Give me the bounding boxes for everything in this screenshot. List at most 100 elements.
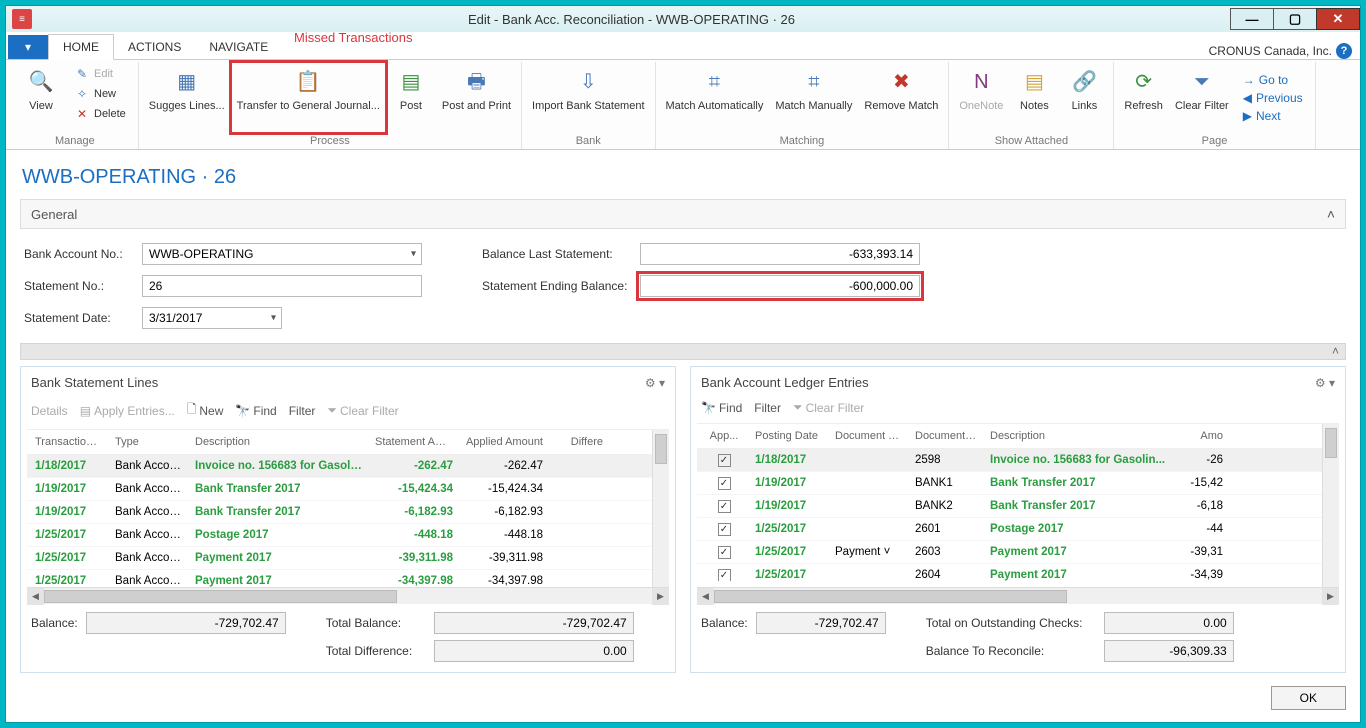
- checkbox[interactable]: ✓: [718, 546, 731, 559]
- statement-no-label: Statement No.:: [24, 279, 134, 293]
- table-row[interactable]: ✓1/25/20172601Postage 2017-44: [697, 518, 1339, 541]
- checkbox[interactable]: ✓: [718, 569, 731, 582]
- edit-button[interactable]: ✎Edit: [70, 64, 130, 84]
- import-bank-statement-button[interactable]: ⇩Import Bank Statement: [526, 62, 651, 133]
- gear-icon[interactable]: ⚙ ▾: [645, 376, 665, 390]
- sparkle-icon: ✧: [74, 86, 90, 102]
- col-statement-amount[interactable]: Statement Amount: [369, 434, 459, 450]
- table-row[interactable]: ✓1/19/2017BANK1Bank Transfer 2017-15,42: [697, 472, 1339, 495]
- ending-balance-field[interactable]: [640, 275, 920, 297]
- general-section: Bank Account No.: Statement No.: Stateme…: [20, 229, 1346, 343]
- document-icon: 🗋: [187, 400, 197, 421]
- suggest-lines-button[interactable]: ▦Sugges Lines...: [143, 62, 231, 133]
- outstanding-checks-label: Total on Outstanding Checks:: [926, 616, 1096, 630]
- table-row[interactable]: ✓1/19/2017BANK2Bank Transfer 2017-6,18: [697, 495, 1339, 518]
- horizontal-scrollbar[interactable]: [27, 587, 669, 604]
- group-bank-label: Bank: [526, 133, 651, 149]
- refresh-button[interactable]: ⟳Refresh: [1118, 62, 1169, 133]
- panel-filter-button[interactable]: Filter: [754, 401, 781, 415]
- minimize-button[interactable]: —: [1230, 8, 1274, 30]
- total-difference-label: Total Difference:: [326, 644, 426, 658]
- tab-actions[interactable]: ACTIONS: [114, 35, 195, 59]
- checkbox[interactable]: ✓: [718, 454, 731, 467]
- magnifier-icon: 🔍: [25, 66, 57, 98]
- gear-icon[interactable]: ⚙ ▾: [1315, 376, 1335, 390]
- col-description[interactable]: Description: [984, 428, 1179, 444]
- col-applied-amount[interactable]: Applied Amount: [459, 434, 549, 450]
- checkbox[interactable]: ✓: [718, 500, 731, 513]
- post-button[interactable]: ▤Post: [386, 62, 436, 133]
- transfer-to-journal-button[interactable]: 📋Transfer to General Journal...: [231, 62, 386, 133]
- chevron-up-icon: ˄: [1327, 206, 1335, 222]
- goto-link[interactable]: →Go to: [1239, 71, 1307, 89]
- horizontal-scrollbar[interactable]: [697, 587, 1339, 604]
- panel-find-button[interactable]: 🔭Find: [235, 404, 276, 418]
- col-applied[interactable]: App...: [699, 428, 749, 444]
- details-button[interactable]: Details: [31, 404, 68, 418]
- general-fasttab-header[interactable]: General ˄: [20, 199, 1346, 229]
- panel-filter-button[interactable]: Filter: [289, 404, 316, 418]
- table-row[interactable]: 1/18/2017Bank Accou...Invoice no. 156683…: [27, 455, 669, 478]
- links-button[interactable]: 🔗Links: [1059, 62, 1109, 133]
- next-link[interactable]: ▶Next: [1239, 107, 1307, 125]
- view-button[interactable]: 🔍 View: [16, 62, 66, 133]
- balance-last-field[interactable]: [640, 243, 920, 265]
- statement-date-field[interactable]: [142, 307, 282, 329]
- apply-entries-button[interactable]: ▤Apply Entries...: [80, 404, 175, 418]
- col-description[interactable]: Description: [189, 434, 369, 450]
- x-icon: ✕: [74, 106, 90, 122]
- file-menu-button[interactable]: ▾: [8, 35, 48, 59]
- panel-new-button[interactable]: 🗋New: [187, 400, 224, 421]
- previous-link[interactable]: ◀Previous: [1239, 89, 1307, 107]
- vertical-scrollbar[interactable]: [1322, 424, 1339, 587]
- match-auto-button[interactable]: ⌗Match Automatically: [660, 62, 770, 133]
- company-label: CRONUS Canada, Inc.: [1209, 44, 1332, 58]
- col-document-no[interactable]: Document No.: [909, 428, 984, 444]
- table-row[interactable]: 1/25/2017Bank Accou...Payment 2017-39,31…: [27, 547, 669, 570]
- help-icon[interactable]: ?: [1336, 43, 1352, 59]
- delete-button[interactable]: ✕Delete: [70, 104, 130, 124]
- collapse-bar[interactable]: ˄: [20, 343, 1346, 360]
- chevron-up-icon: ˄: [1332, 344, 1339, 358]
- grid-icon: ▦: [171, 66, 203, 98]
- statement-no-field[interactable]: [142, 275, 422, 297]
- table-row[interactable]: 1/19/2017Bank Accou...Bank Transfer 2017…: [27, 501, 669, 524]
- col-posting-date[interactable]: Posting Date: [749, 428, 829, 444]
- notes-button[interactable]: ▤Notes: [1009, 62, 1059, 133]
- right-balance-value: [756, 612, 886, 634]
- maximize-button[interactable]: ▢: [1273, 8, 1317, 30]
- col-amount[interactable]: Amo: [1179, 428, 1229, 444]
- binoculars-icon: 🔭: [701, 401, 716, 415]
- remove-match-button[interactable]: ✖Remove Match: [858, 62, 944, 133]
- panel-find-button[interactable]: 🔭Find: [701, 401, 742, 415]
- bank-account-field[interactable]: [142, 243, 422, 265]
- page-title: WWB-OPERATING · 26: [22, 166, 1346, 189]
- group-process-label: Process: [143, 133, 517, 149]
- close-button[interactable]: ✕: [1316, 8, 1360, 30]
- tab-navigate[interactable]: NAVIGATE: [195, 35, 282, 59]
- clear-filter-button[interactable]: ⏷Clear Filter: [1169, 62, 1235, 133]
- col-transaction-date[interactable]: Transaction Date: [29, 434, 109, 450]
- post-and-print-button[interactable]: 🖶Post and Print: [436, 62, 517, 133]
- total-balance-value: [434, 612, 634, 634]
- col-document-type[interactable]: Document Type: [829, 428, 909, 444]
- col-type[interactable]: Type: [109, 434, 189, 450]
- table-row[interactable]: 1/19/2017Bank Accou...Bank Transfer 2017…: [27, 478, 669, 501]
- table-row[interactable]: 1/25/2017Bank Accou...Postage 2017-448.1…: [27, 524, 669, 547]
- checkbox[interactable]: ✓: [718, 523, 731, 536]
- col-difference[interactable]: Differe: [549, 434, 609, 450]
- panel-clear-filter-button[interactable]: ⏷Clear Filter: [327, 403, 398, 418]
- left-toolbar: Details ▤Apply Entries... 🗋New 🔭Find Fil…: [27, 396, 669, 429]
- table-row[interactable]: ✓1/25/20172604Payment 2017-34,39: [697, 564, 1339, 581]
- table-row[interactable]: 1/25/2017Bank Accou...Payment 2017-34,39…: [27, 570, 669, 587]
- checkbox[interactable]: ✓: [718, 477, 731, 490]
- table-row[interactable]: ✓1/25/2017Payment ˅2603Payment 2017-39,3…: [697, 541, 1339, 564]
- table-row[interactable]: ✓1/18/20172598Invoice no. 156683 for Gas…: [697, 449, 1339, 472]
- vertical-scrollbar[interactable]: [652, 430, 669, 587]
- onenote-button[interactable]: NOneNote: [953, 62, 1009, 133]
- new-button[interactable]: ✧New: [70, 84, 130, 104]
- panel-clear-filter-button[interactable]: ⏷Clear Filter: [793, 400, 864, 415]
- tab-home[interactable]: HOME: [48, 34, 114, 60]
- ok-button[interactable]: OK: [1271, 686, 1346, 710]
- match-manual-button[interactable]: ⌗Match Manually: [769, 62, 858, 133]
